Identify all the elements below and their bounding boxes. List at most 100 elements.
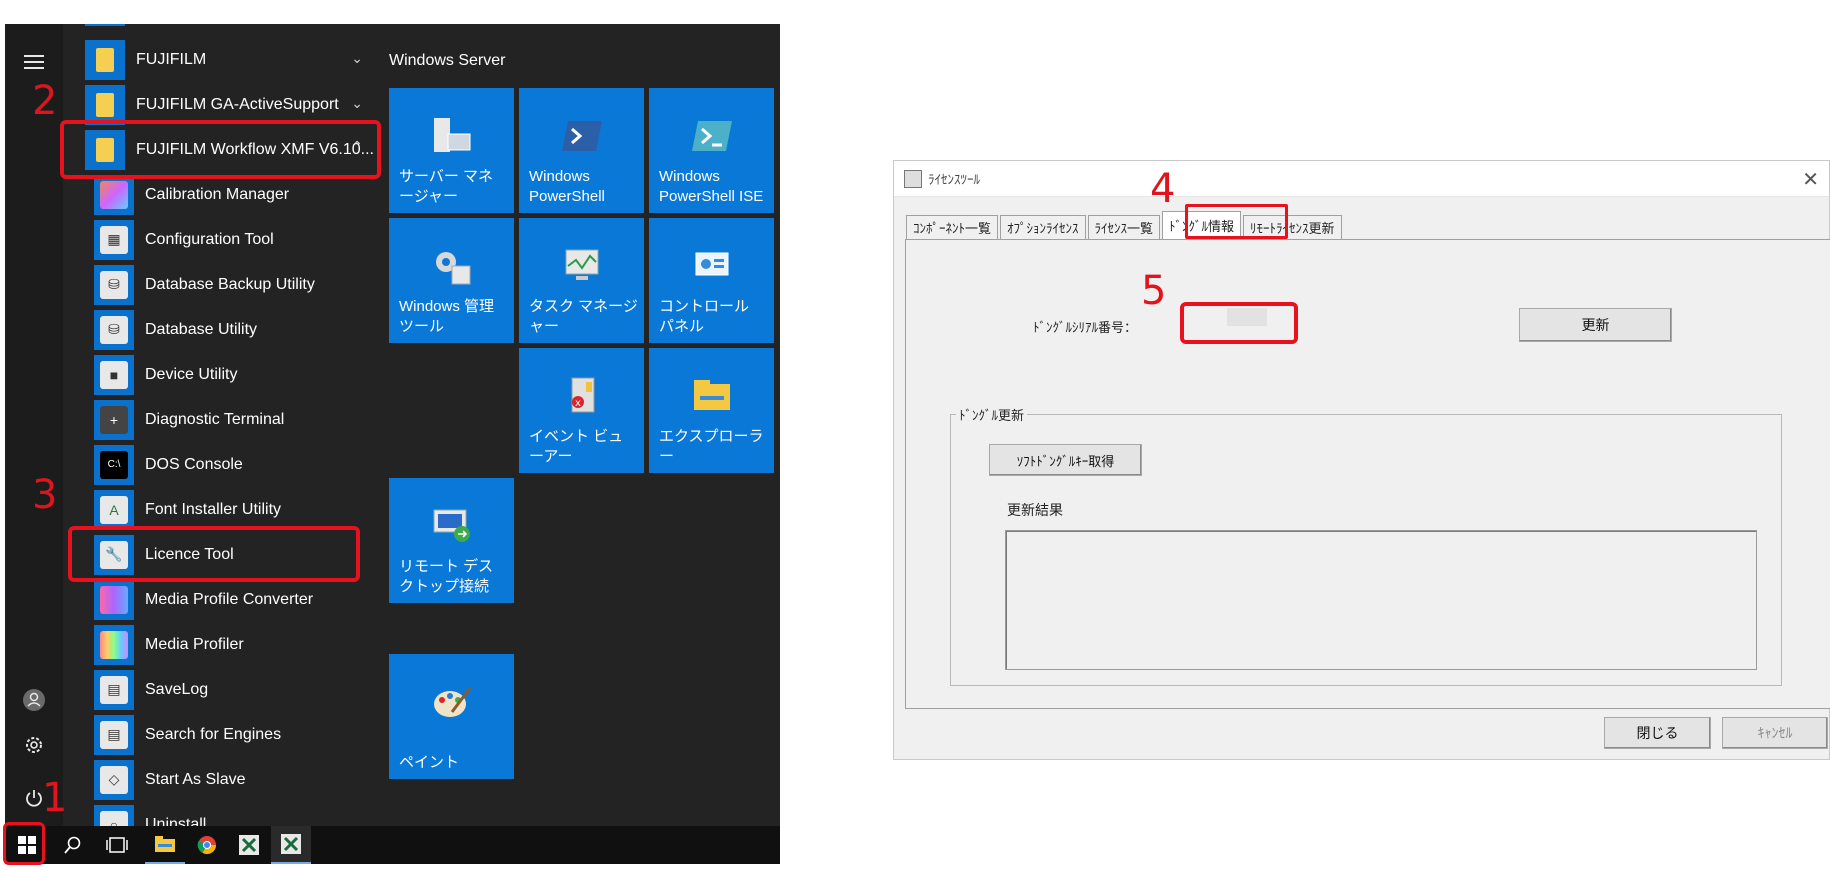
admin-tools-icon: [430, 246, 474, 286]
start-as-slave-icon: ◇: [94, 759, 134, 800]
highlight-dongle-tab: [1185, 204, 1288, 239]
step-number-3: 3: [32, 472, 58, 518]
task-manager-icon: [560, 246, 604, 286]
dongle-serial-label: ﾄﾞﾝｸﾞﾙｼﾘｱﾙ番号：: [1033, 320, 1138, 335]
font-installer-icon: A: [94, 489, 134, 530]
event-viewer-icon: x: [560, 376, 604, 416]
configuration-icon: ▦: [94, 219, 134, 260]
folder-fujifilm[interactable]: FUJIFILM ⌄: [75, 37, 385, 82]
chevron-down-icon: ⌄: [351, 95, 363, 111]
settings-gear-icon[interactable]: [5, 723, 63, 767]
highlight-xmf-folder: [60, 120, 381, 179]
app-diagnostic-terminal[interactable]: + Diagnostic Terminal: [75, 397, 385, 442]
tile-event-viewer[interactable]: x イベント ビューアー: [519, 348, 644, 473]
folder-label: FUJIFILM: [136, 50, 207, 68]
step-number-2: 2: [32, 78, 58, 124]
tile-label: タスク マネージャー: [529, 298, 638, 335]
dongle-update-caption: ﾄﾞﾝｸﾞﾙ更新: [956, 405, 1028, 424]
app-label: Media Profile Converter: [145, 590, 314, 608]
app-label: DOS Console: [145, 455, 243, 473]
app-savelog[interactable]: ▤ SaveLog: [75, 667, 385, 712]
taskbar: [5, 826, 780, 864]
user-account-icon[interactable]: [5, 678, 63, 722]
app-label: Database Utility: [145, 320, 258, 338]
console-icon: C:\: [94, 444, 134, 485]
tile-label: コントロール パネル: [659, 298, 750, 335]
app-start-as-slave[interactable]: ◇ Start As Slave: [75, 757, 385, 802]
app-label: Start As Slave: [145, 770, 246, 788]
xmf-active-icon[interactable]: [271, 826, 311, 864]
close-icon[interactable]: ✕: [1802, 167, 1819, 192]
tab-option-license[interactable]: ｵﾌﾟｼｮﾝﾗｲｾﾝｽ: [1000, 215, 1086, 239]
tile-server-manager[interactable]: サーバー マネージャー: [389, 88, 514, 213]
file-explorer-icon[interactable]: [145, 826, 185, 864]
tile-label: Windows PowerShell ISE: [659, 168, 764, 205]
update-result-box: [1005, 530, 1757, 670]
xmf-icon[interactable]: [229, 826, 269, 864]
tab-components[interactable]: ｺﾝﾎﾟｰﾈﾝﾄ一覧: [906, 215, 999, 239]
app-label: Uninstall: [145, 815, 207, 827]
powershell-ise-icon: [690, 116, 734, 156]
diagnostic-icon: +: [94, 399, 134, 440]
remote-desktop-icon: [430, 506, 474, 546]
paint-icon: [430, 682, 474, 722]
tile-control-panel[interactable]: コントロール パネル: [649, 218, 774, 343]
tile-windows-powershell-ise[interactable]: Windows PowerShell ISE: [649, 88, 774, 213]
tile-task-manager[interactable]: タスク マネージャー: [519, 218, 644, 343]
app-label: Font Installer Utility: [145, 500, 282, 518]
app-device-utility[interactable]: ■ Device Utility: [75, 352, 385, 397]
step-number-1: 1: [42, 775, 68, 821]
highlight-start-button: [3, 822, 45, 865]
search-icon[interactable]: [53, 826, 93, 864]
folder-icon: [85, 39, 125, 80]
app-database-utility[interactable]: ⛁ Database Utility: [75, 307, 385, 352]
powershell-icon: [560, 116, 604, 156]
chevron-down-icon: ⌄: [351, 50, 363, 66]
app-search-for-engines[interactable]: ▤ Search for Engines: [75, 712, 385, 757]
tile-windows-powershell[interactable]: Windows PowerShell: [519, 88, 644, 213]
tile-label: Windows PowerShell: [529, 168, 605, 205]
step-number-4: 4: [1150, 166, 1176, 212]
screenshot-root: FUJIFILM ⌄ FUJIFILM GA-ActiveSupport ⌄ F…: [0, 0, 1830, 870]
database-icon: ⛁: [94, 309, 134, 350]
app-label: Media Profiler: [145, 635, 244, 653]
tile-label: イベント ビューアー: [529, 428, 624, 465]
control-panel-icon: [690, 246, 734, 286]
app-media-profiler[interactable]: Media Profiler: [75, 622, 385, 667]
cancel-button[interactable]: ｷｬﾝｾﾙ: [1722, 717, 1828, 749]
app-label: SaveLog: [145, 680, 209, 698]
app-database-backup-utility[interactable]: ⛁ Database Backup Utility: [75, 262, 385, 307]
refresh-button[interactable]: 更新: [1519, 308, 1672, 342]
search-engines-icon: ▤: [94, 714, 134, 755]
app-configuration-tool[interactable]: ▦ Configuration Tool: [75, 217, 385, 262]
update-result-label: 更新結果: [1007, 502, 1063, 518]
app-label: Device Utility: [145, 365, 238, 383]
app-uninstall[interactable]: ○ Uninstall: [75, 802, 385, 826]
server-manager-icon: [430, 116, 474, 156]
tile-explorer[interactable]: エクスプローラー: [649, 348, 774, 473]
app-label: Search for Engines: [145, 725, 282, 743]
calibration-icon: [94, 174, 134, 215]
app-label: Diagnostic Terminal: [145, 410, 285, 428]
task-view-icon[interactable]: [97, 826, 137, 864]
tile-remote-desktop[interactable]: リモート デスクトップ接続: [389, 478, 514, 603]
close-button[interactable]: 閉じる: [1604, 717, 1711, 749]
chrome-icon[interactable]: [187, 826, 227, 864]
tile-windows-admin-tools[interactable]: Windows 管理ツール: [389, 218, 514, 343]
highlight-serial-value: [1180, 302, 1298, 344]
app-media-profile-converter[interactable]: Media Profile Converter: [75, 577, 385, 622]
folder-icon: [85, 84, 125, 125]
tile-paint[interactable]: ペイント: [389, 654, 514, 779]
svg-text:x: x: [575, 398, 581, 409]
app-dos-console[interactable]: C:\ DOS Console: [75, 442, 385, 487]
highlight-licence-tool: [68, 526, 360, 582]
tab-license-list[interactable]: ﾗｲｾﾝｽ一覧: [1087, 215, 1161, 239]
tile-label: ペイント: [399, 754, 460, 771]
explorer-icon: [690, 376, 734, 416]
database-backup-icon: ⛁: [94, 264, 134, 305]
get-soft-dongle-key-button[interactable]: ｿﾌﾄﾄﾞﾝｸﾞﾙｷｰ取得: [989, 444, 1142, 476]
app-label: Database Backup Utility: [145, 275, 315, 293]
tiles-group-header: Windows Server: [389, 52, 506, 69]
title-bar: ﾗｲｾﾝｽﾂｰﾙ ✕: [894, 161, 1829, 197]
tile-label: サーバー マネージャー: [399, 168, 494, 205]
